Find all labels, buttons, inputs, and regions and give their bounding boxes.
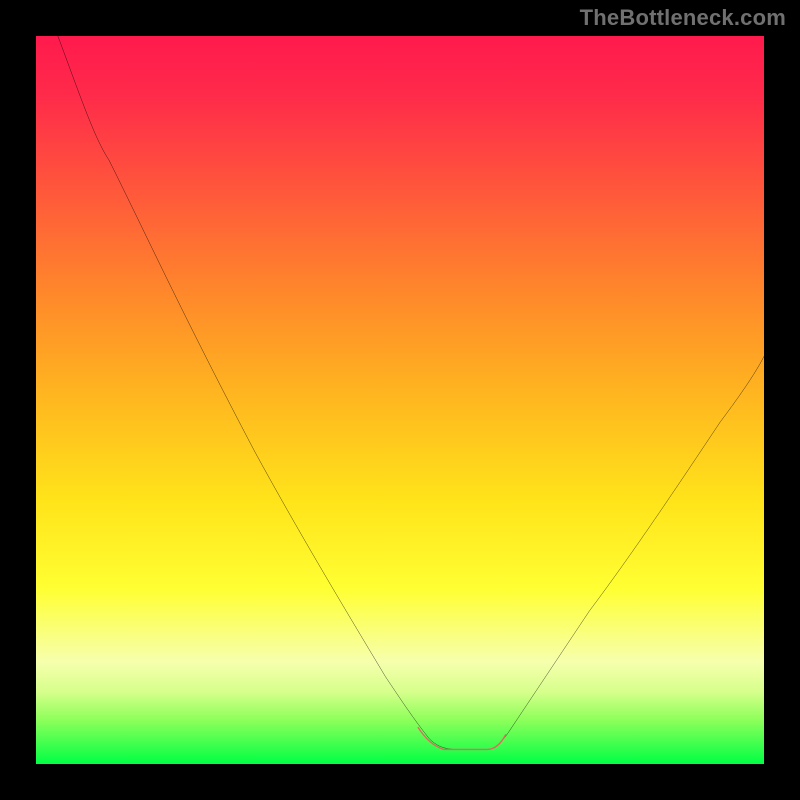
curve-svg (36, 36, 764, 764)
highlight-segment (418, 728, 505, 750)
main-curve (58, 36, 764, 749)
plot-area (36, 36, 764, 764)
watermark-text: TheBottleneck.com (580, 5, 786, 31)
chart-frame: TheBottleneck.com (0, 0, 800, 800)
